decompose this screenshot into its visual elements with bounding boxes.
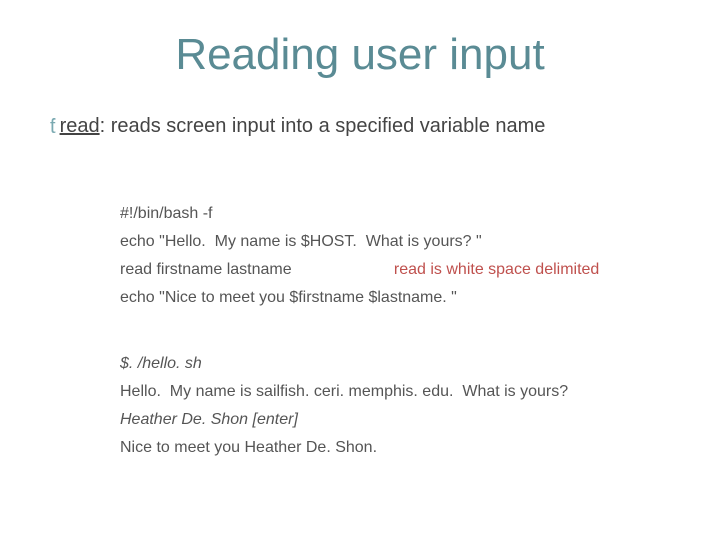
output-block: $. /hello. sh Hello. My name is sailfish… [120, 350, 680, 462]
output-line: Nice to meet you Heather De. Shon. [120, 434, 680, 462]
output-line: Heather De. Shon [enter] [120, 406, 680, 434]
bullet-icon: ƭ [50, 116, 56, 139]
code-line: echo "Hello. My name is $HOST. What is y… [120, 228, 680, 256]
code-line: echo "Nice to meet you $firstname $lastn… [120, 284, 680, 312]
code-annotation: read is white space delimited [394, 261, 599, 278]
code-line: #!/bin/bash -f [120, 200, 680, 228]
code-block: #!/bin/bash -f echo "Hello. My name is $… [120, 200, 680, 312]
output-line: Hello. My name is sailfish. ceri. memphi… [120, 378, 680, 406]
code-line: read firstname lastname read is white sp… [120, 256, 680, 284]
code-cmd: read firstname lastname [120, 261, 292, 278]
slide-title: Reading user input [0, 30, 720, 80]
bullet-term: read [60, 115, 100, 137]
bullet-line: ƭread: reads screen input into a specifi… [50, 115, 545, 139]
bullet-desc: : reads screen input into a specified va… [100, 115, 546, 137]
output-line: $. /hello. sh [120, 350, 680, 378]
